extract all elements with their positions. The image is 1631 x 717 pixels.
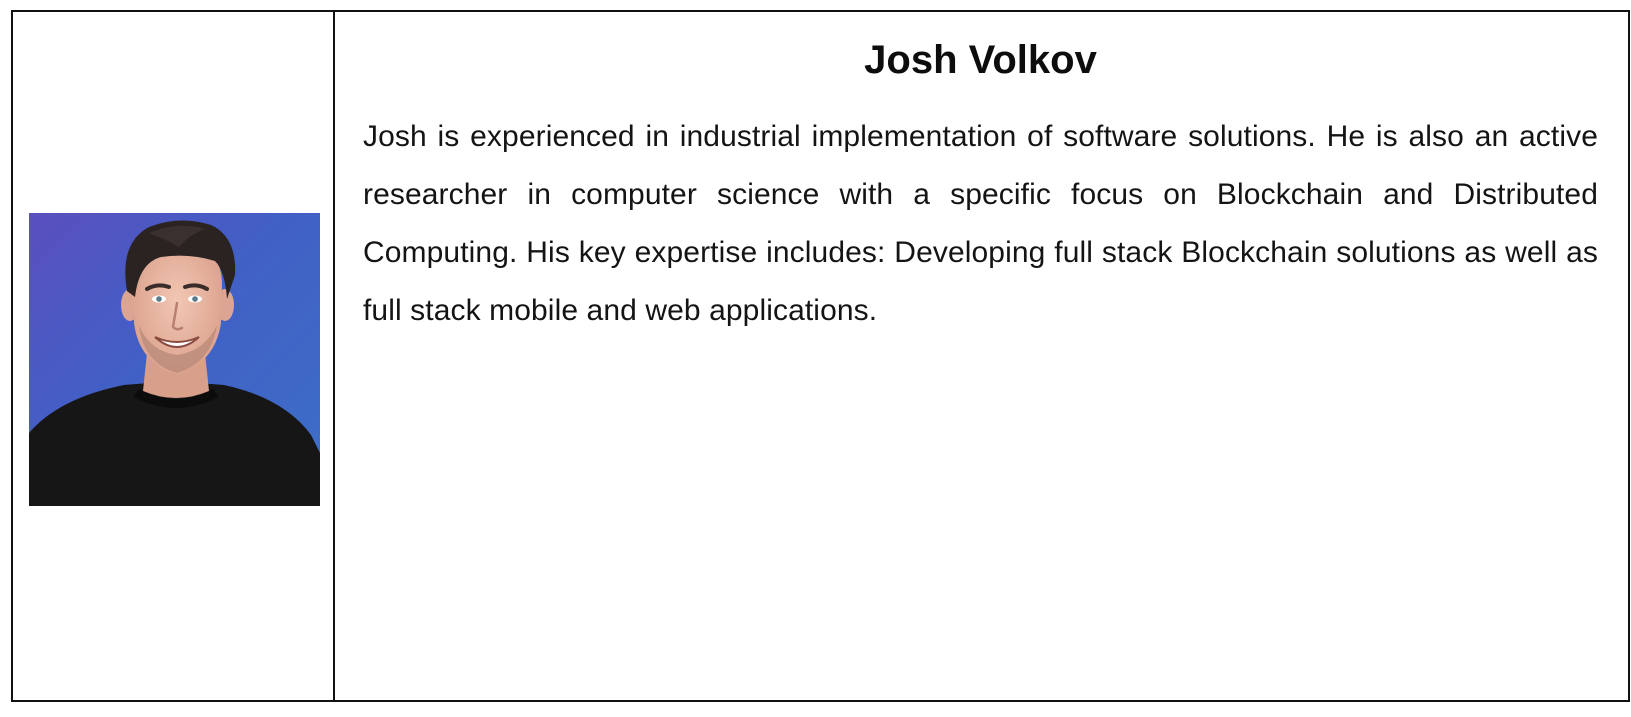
portrait-image — [29, 213, 320, 506]
photo-cell — [13, 12, 335, 700]
person-name: Josh Volkov — [864, 38, 1097, 82]
bio-cell: Josh Volkov Josh is experienced in indus… — [335, 12, 1628, 700]
profile-table: Josh Volkov Josh is experienced in indus… — [11, 10, 1630, 702]
person-bio: Josh is experienced in industrial implem… — [363, 120, 1598, 327]
profile-photo — [29, 213, 320, 506]
